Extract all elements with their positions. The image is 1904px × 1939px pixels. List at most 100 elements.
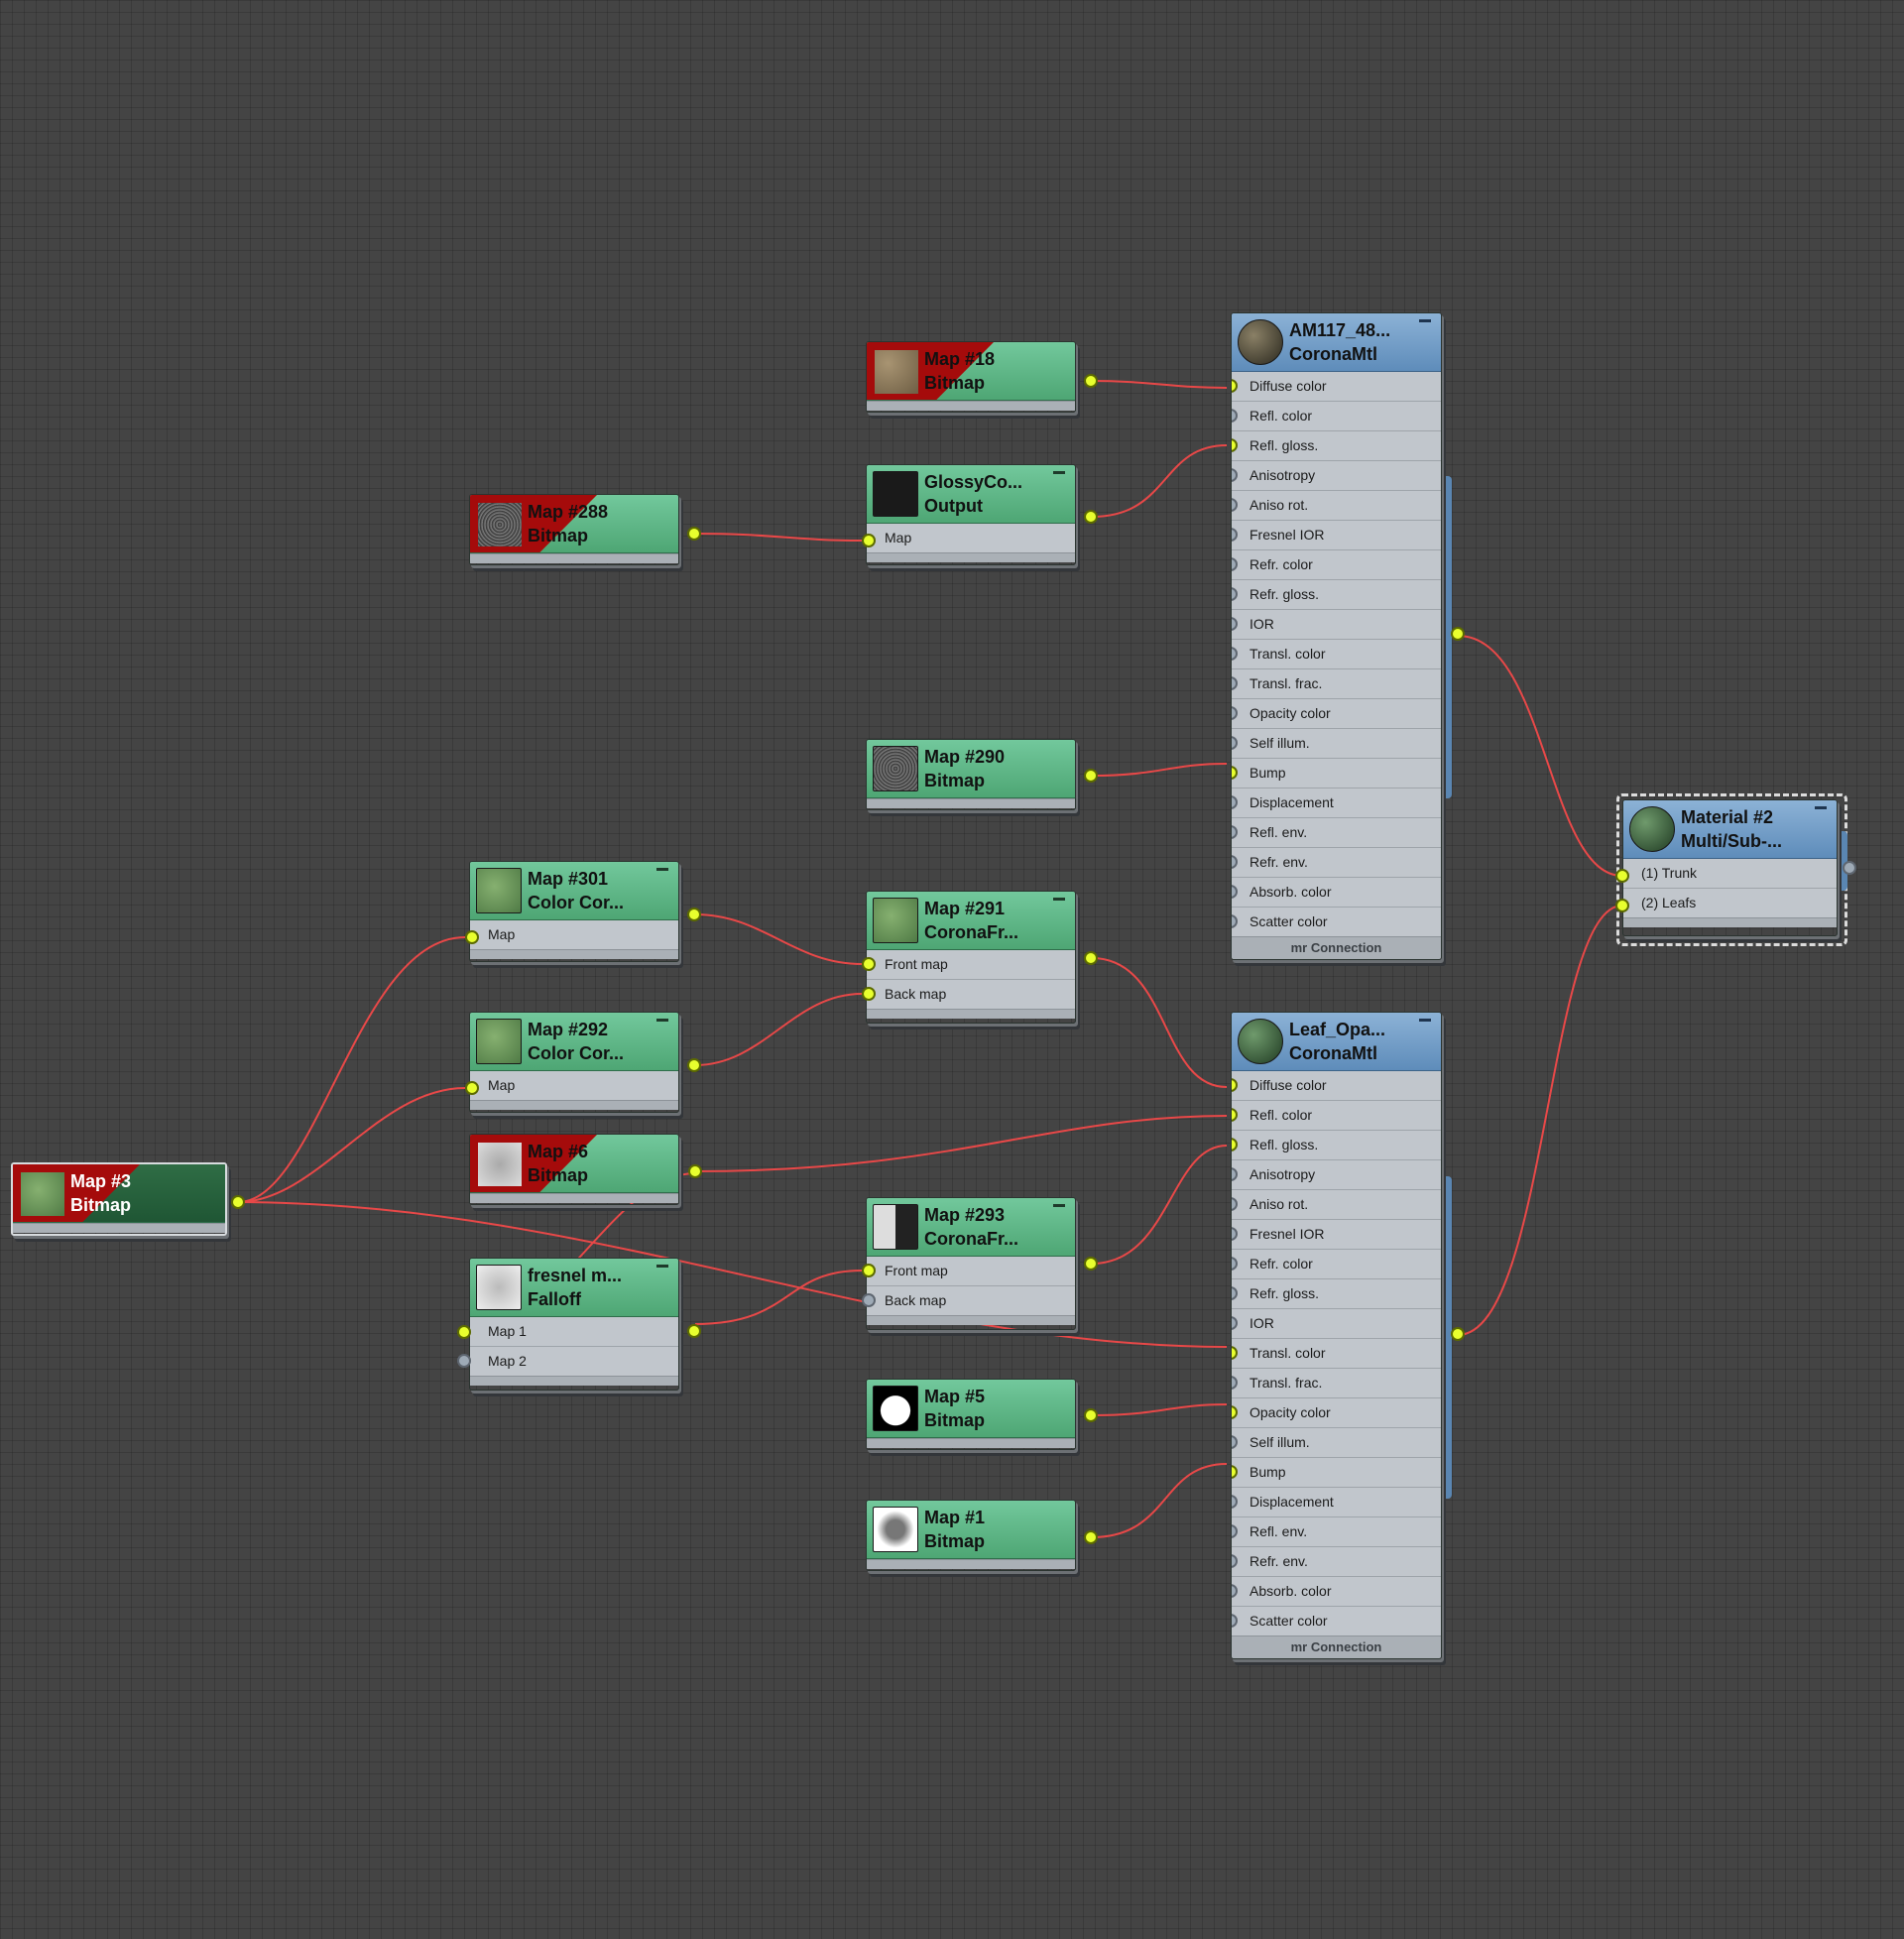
input-port[interactable] — [1232, 1524, 1238, 1538]
input-port-back-map[interactable] — [862, 987, 876, 1001]
output-port[interactable] — [231, 1195, 245, 1209]
input-row[interactable]: Fresnel IOR — [1232, 1219, 1441, 1249]
input-port[interactable] — [1232, 1227, 1238, 1241]
input-port[interactable] — [1232, 1138, 1238, 1151]
input-port[interactable] — [1232, 795, 1238, 809]
input-row[interactable]: Self illum. — [1232, 728, 1441, 758]
input-port[interactable] — [1232, 617, 1238, 631]
collapse-button[interactable] — [1053, 1204, 1065, 1207]
output-port[interactable] — [1451, 1327, 1465, 1341]
input-row[interactable]: Refr. env. — [1232, 847, 1441, 877]
input-row[interactable]: Bump — [1232, 758, 1441, 788]
output-port[interactable] — [1084, 769, 1098, 783]
input-port-front-map[interactable] — [862, 957, 876, 971]
collapse-button[interactable] — [1815, 806, 1827, 809]
input-row[interactable]: Scatter color — [1232, 1606, 1441, 1636]
output-port[interactable] — [687, 1058, 701, 1072]
collapse-button[interactable] — [656, 1019, 668, 1022]
input-row[interactable]: Refr. gloss. — [1232, 579, 1441, 609]
input-port[interactable] — [1232, 557, 1238, 571]
collapse-button[interactable] — [656, 868, 668, 871]
input-port[interactable] — [1232, 1257, 1238, 1271]
input-row[interactable]: Opacity color — [1232, 1397, 1441, 1427]
collapse-button[interactable] — [1053, 898, 1065, 901]
input-port[interactable] — [1232, 1405, 1238, 1419]
input-port[interactable] — [1232, 409, 1238, 423]
input-row[interactable]: Refl. env. — [1232, 817, 1441, 847]
input-port-map[interactable] — [465, 1081, 479, 1095]
input-port[interactable] — [1232, 498, 1238, 512]
input-row[interactable]: Refr. color — [1232, 1249, 1441, 1278]
input-row[interactable]: Fresnel IOR — [1232, 520, 1441, 549]
input-port-map[interactable] — [465, 930, 479, 944]
input-port[interactable] — [1232, 855, 1238, 869]
output-port[interactable] — [1084, 951, 1098, 965]
input-row[interactable]: Displacement — [1232, 1487, 1441, 1516]
input-row[interactable]: Bump — [1232, 1457, 1441, 1487]
input-port[interactable] — [1232, 736, 1238, 750]
input-port-leafs[interactable] — [1615, 899, 1629, 912]
input-row[interactable]: Transl. frac. — [1232, 668, 1441, 698]
output-port[interactable] — [1843, 861, 1856, 875]
input-port-front-map[interactable] — [862, 1264, 876, 1277]
input-port-back-map[interactable] — [862, 1293, 876, 1307]
collapse-button[interactable] — [1053, 471, 1065, 474]
input-port-map-2[interactable] — [457, 1354, 471, 1368]
input-row[interactable]: Refr. env. — [1232, 1546, 1441, 1576]
input-row[interactable]: Displacement — [1232, 788, 1441, 817]
input-row[interactable]: Diffuse color — [1232, 1071, 1441, 1100]
input-port[interactable] — [1232, 676, 1238, 690]
input-port[interactable] — [1232, 1346, 1238, 1360]
input-port[interactable] — [1232, 1108, 1238, 1122]
input-port[interactable] — [1232, 825, 1238, 839]
input-port[interactable] — [1232, 885, 1238, 899]
input-port[interactable] — [1232, 1376, 1238, 1390]
input-port-map-1[interactable] — [457, 1325, 471, 1339]
input-port[interactable] — [1232, 1286, 1238, 1300]
input-port[interactable] — [1232, 706, 1238, 720]
input-port[interactable] — [1232, 766, 1238, 780]
input-port[interactable] — [1232, 587, 1238, 601]
output-port[interactable] — [1084, 510, 1098, 524]
input-port[interactable] — [1232, 1316, 1238, 1330]
input-port[interactable] — [1232, 1584, 1238, 1598]
input-row[interactable]: Refr. color — [1232, 549, 1441, 579]
input-port[interactable] — [1232, 468, 1238, 482]
collapse-button[interactable] — [656, 1265, 668, 1268]
input-port[interactable] — [1232, 1614, 1238, 1628]
output-port[interactable] — [687, 1324, 701, 1338]
input-row[interactable]: Scatter color — [1232, 907, 1441, 936]
output-port[interactable] — [1084, 1408, 1098, 1422]
input-port[interactable] — [1232, 438, 1238, 452]
input-port[interactable] — [1232, 1197, 1238, 1211]
input-row[interactable]: Refl. env. — [1232, 1516, 1441, 1546]
output-port[interactable] — [1084, 1530, 1098, 1544]
input-row[interactable]: Absorb. color — [1232, 877, 1441, 907]
input-port[interactable] — [1232, 1465, 1238, 1479]
output-port[interactable] — [1084, 1257, 1098, 1271]
input-row[interactable]: Absorb. color — [1232, 1576, 1441, 1606]
input-port[interactable] — [1232, 379, 1238, 393]
input-row[interactable]: Opacity color — [1232, 698, 1441, 728]
input-row[interactable]: Refr. gloss. — [1232, 1278, 1441, 1308]
input-row[interactable]: Anisotropy — [1232, 460, 1441, 490]
input-row[interactable]: Transl. color — [1232, 1338, 1441, 1368]
input-port[interactable] — [1232, 1495, 1238, 1509]
input-row[interactable]: Aniso rot. — [1232, 1189, 1441, 1219]
output-port[interactable] — [688, 1164, 702, 1178]
input-row[interactable]: Refl. color — [1232, 401, 1441, 430]
input-row[interactable]: IOR — [1232, 609, 1441, 639]
input-port[interactable] — [1232, 1435, 1238, 1449]
input-row[interactable]: Refl. gloss. — [1232, 1130, 1441, 1159]
input-port-trunk[interactable] — [1615, 869, 1629, 883]
output-port[interactable] — [1451, 627, 1465, 641]
input-row[interactable]: Anisotropy — [1232, 1159, 1441, 1189]
input-row[interactable]: Diffuse color — [1232, 372, 1441, 401]
input-row[interactable]: Refl. color — [1232, 1100, 1441, 1130]
input-port[interactable] — [1232, 647, 1238, 661]
output-port[interactable] — [687, 908, 701, 921]
input-row[interactable]: Transl. frac. — [1232, 1368, 1441, 1397]
input-port[interactable] — [1232, 1078, 1238, 1092]
output-port[interactable] — [687, 527, 701, 541]
input-port[interactable] — [1232, 1167, 1238, 1181]
